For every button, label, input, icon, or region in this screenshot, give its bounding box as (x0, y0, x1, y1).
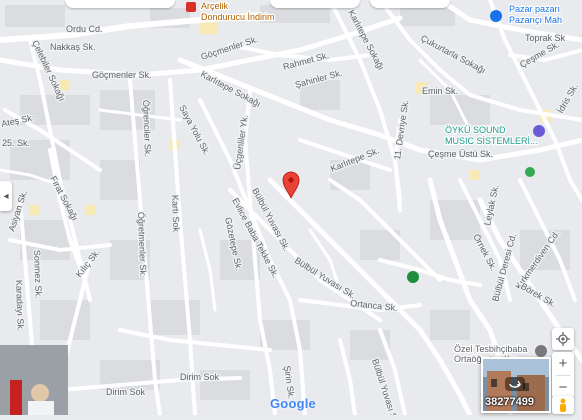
minus-icon: − (558, 378, 568, 396)
poi-label: ÖYKÜ SOUND (445, 125, 506, 135)
street-label: Toprak Sk (525, 33, 566, 43)
poi-label: Pazar pazarı (509, 4, 560, 14)
street-label: Dirim Sok (180, 372, 220, 382)
street-label: Öğrenciler Sk. (141, 100, 153, 157)
street-label: Sonmez Sk. (32, 250, 44, 299)
layers-thumbnail[interactable] (0, 345, 68, 415)
poi-label: Arçelik (201, 1, 229, 11)
my-location-button[interactable] (552, 328, 574, 350)
zoom-controls: + − (552, 352, 574, 398)
top-toolbar-chip[interactable] (370, 0, 450, 8)
street-label: Emin Sk. (422, 86, 458, 96)
top-toolbar-chip[interactable] (65, 0, 175, 8)
street-label: Göçmenler Sk. (92, 70, 152, 80)
tree-icon (525, 167, 535, 177)
my-location-icon (556, 332, 570, 346)
pegman-button[interactable] (552, 396, 574, 414)
poi-label: Özel Tesbihçibaba (454, 344, 527, 354)
map-svg: Ordu Cd. Nakkaş Sk. Çelebiler Sokağı Göç… (0, 0, 582, 420)
top-toolbar-chip[interactable] (270, 0, 360, 8)
rotate-360-icon (505, 377, 525, 391)
street-view-caption: 38277499 (485, 396, 534, 408)
plus-icon: + (558, 354, 568, 372)
layers-preview (0, 345, 68, 415)
arcelik-poi-icon (186, 2, 196, 12)
park-icon (407, 271, 419, 283)
poi-label: Pazarıçı Mah (509, 15, 562, 25)
poi-label: MUSIC SİSTEMLERİ... (445, 136, 538, 146)
pegman-icon (560, 398, 566, 412)
collapse-panel-button[interactable]: ◂ (0, 181, 12, 211)
school-icon (535, 345, 547, 357)
street-label: Kartı Sok (170, 195, 181, 233)
google-logo-text: Google (270, 396, 316, 411)
chevron-left-icon: ◂ (3, 190, 9, 202)
map-canvas[interactable]: Ordu Cd. Nakkaş Sk. Çelebiler Sokağı Göç… (0, 0, 582, 420)
zoom-in-button[interactable]: + (552, 352, 574, 374)
street-label: Nakkaş Sk. (50, 42, 96, 52)
zoom-out-button[interactable]: − (552, 376, 574, 398)
shopping-bag-icon (490, 10, 502, 22)
street-label: Karadayı Sk. (14, 280, 26, 332)
street-label: Ordu Cd. (66, 24, 103, 34)
poi-label: Dondurucu İndirim (201, 12, 275, 22)
street-label: Dirim Sok (106, 387, 146, 397)
street-label: 25. Sk. (2, 138, 30, 148)
street-view-thumbnail[interactable]: 38277499 (481, 357, 551, 413)
google-logo: Google (270, 396, 316, 411)
street-label: Çeşme Üstü Sk. (428, 149, 493, 159)
